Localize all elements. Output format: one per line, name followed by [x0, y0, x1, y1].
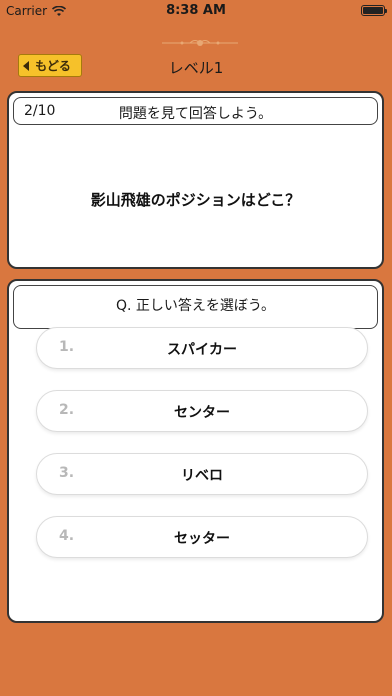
answer-prompt: Q. 正しい答えを選ぼう。	[13, 285, 378, 329]
answer-option-4[interactable]: 4. セッター	[36, 516, 368, 558]
page-title: レベル1	[168, 59, 224, 77]
battery-icon	[361, 5, 387, 16]
question-instruction: 問題を見て回答しよう。	[118, 106, 273, 122]
answer-option-3[interactable]: 3. リベロ	[36, 453, 368, 495]
option-label: センター	[174, 405, 230, 421]
battery-fill	[363, 7, 383, 14]
question-header: 2/10 問題を見て回答しよう。	[13, 97, 378, 125]
question-panel: 2/10 問題を見て回答しよう。 影山飛雄のポジションはどこ？	[7, 91, 384, 269]
status-bar: Carrier 8:38 AM	[0, 0, 392, 22]
option-label: セッター	[174, 531, 230, 547]
answer-option-1[interactable]: 1. スパイカー	[36, 327, 368, 369]
decorative-ornament-icon	[162, 40, 238, 46]
option-label: スパイカー	[167, 342, 237, 358]
option-label: リベロ	[181, 468, 223, 484]
answer-option-2[interactable]: 2. センター	[36, 390, 368, 432]
answer-panel: Q. 正しい答えを選ぼう。 1. スパイカー 2. センター 3. リベロ 4.…	[7, 279, 384, 623]
status-time: 8:38 AM	[166, 3, 226, 18]
question-text: 影山飛雄のポジションはどこ？	[90, 191, 301, 209]
